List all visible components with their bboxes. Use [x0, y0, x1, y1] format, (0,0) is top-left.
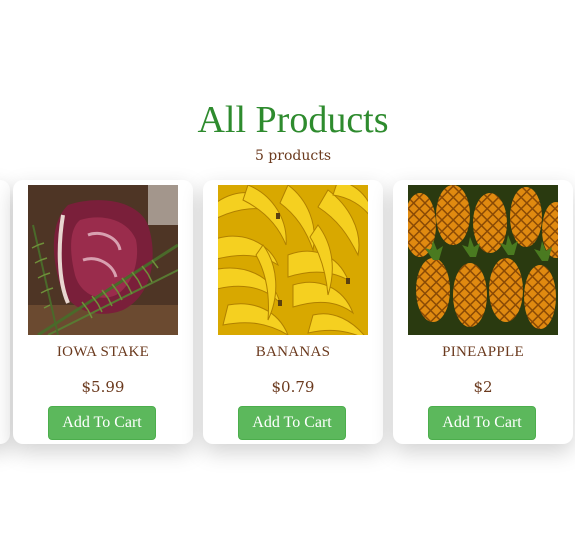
product-count: 5 products	[254, 148, 332, 164]
steak-image[interactable]	[28, 185, 178, 335]
add-to-cart-button[interactable]: Add To Cart	[48, 406, 156, 440]
product-price: $2	[473, 378, 493, 396]
page-title: All Products	[197, 99, 389, 141]
product-card: PINEAPPLE $2 Add To Cart	[393, 180, 573, 444]
product-card-partial	[0, 180, 10, 444]
product-card: BANANAS $0.79 Add To Cart	[203, 180, 383, 444]
product-price: $0.79	[271, 378, 315, 396]
add-to-cart-button[interactable]: Add To Cart	[238, 406, 346, 440]
pineapples-image[interactable]	[408, 185, 558, 335]
products-page: All Products 5 products IOWA STAKE $5.99…	[0, 0, 575, 549]
add-to-cart-button[interactable]: Add To Cart	[428, 406, 536, 440]
bananas-image[interactable]	[218, 185, 368, 335]
product-price: $5.99	[81, 378, 125, 396]
product-name: PINEAPPLE	[442, 344, 524, 360]
product-name: BANANAS	[255, 344, 331, 360]
product-name: IOWA STAKE	[56, 344, 150, 360]
product-card: IOWA STAKE $5.99 Add To Cart	[13, 180, 193, 444]
